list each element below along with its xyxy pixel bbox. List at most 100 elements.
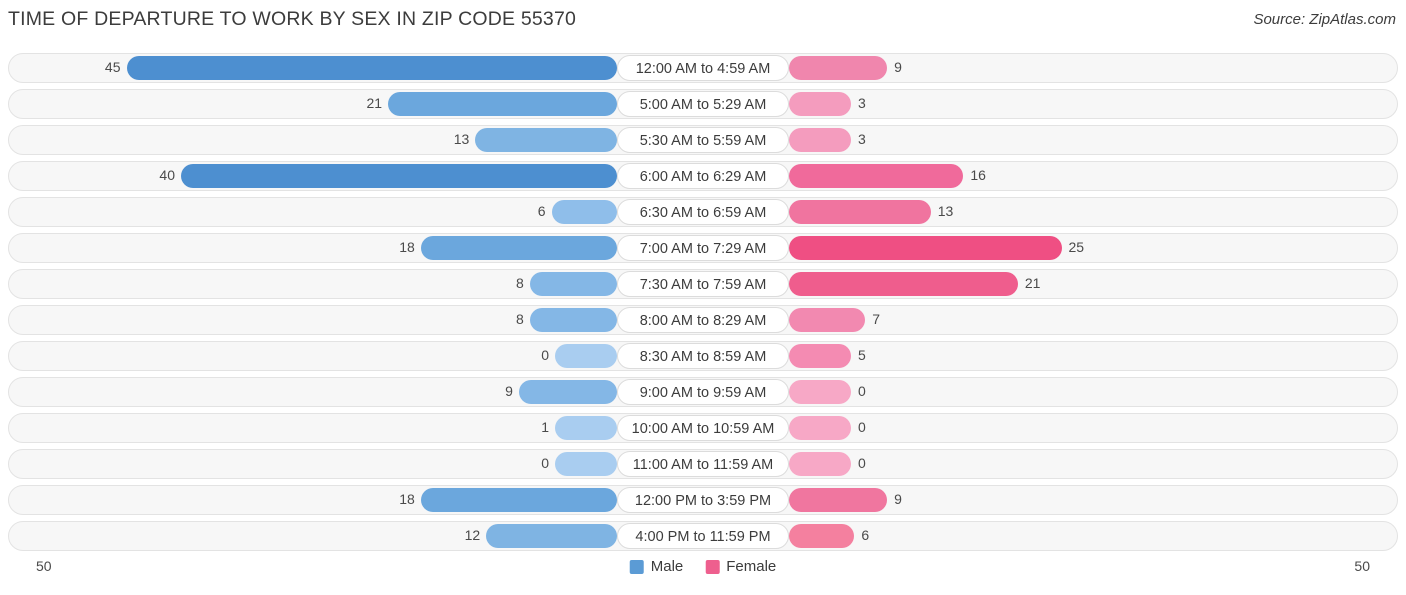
legend-swatch-male: [629, 559, 644, 574]
category-label: 7:30 AM to 7:59 AM: [617, 271, 789, 297]
value-label-male: 8: [516, 311, 524, 327]
chart-row: 18 25 7:00 AM to 7:29 AM: [8, 230, 1398, 266]
bar-female[interactable]: [789, 308, 866, 332]
value-label-male: 8: [516, 275, 524, 291]
value-label-male: 12: [464, 527, 481, 543]
bar-female[interactable]: [789, 56, 888, 80]
legend-swatch-female: [705, 559, 720, 574]
bar-female[interactable]: [789, 344, 851, 368]
row-bars: 12 6 4:00 PM to 11:59 PM: [8, 518, 1398, 554]
source-attribution: Source: ZipAtlas.com: [1253, 11, 1396, 28]
row-bars: 45 9 12:00 AM to 4:59 AM: [8, 50, 1398, 86]
legend-label-male: Male: [650, 558, 684, 575]
row-bars: 21 3 5:00 AM to 5:29 AM: [8, 86, 1398, 122]
chart-row: 9 0 9:00 AM to 9:59 AM: [8, 374, 1398, 410]
bar-male[interactable]: [475, 128, 617, 152]
legend-item-female[interactable]: Female: [705, 558, 776, 575]
category-label: 4:00 PM to 11:59 PM: [617, 523, 789, 549]
page-title: TIME OF DEPARTURE TO WORK BY SEX IN ZIP …: [8, 8, 577, 30]
value-label-female: 0: [858, 455, 866, 471]
category-label: 8:30 AM to 8:59 AM: [617, 343, 789, 369]
value-label-female: 9: [894, 491, 902, 507]
value-label-female: 25: [1068, 239, 1085, 255]
category-label: 12:00 AM to 4:59 AM: [617, 55, 789, 81]
category-label: 5:00 AM to 5:29 AM: [617, 91, 789, 117]
chart-row: 18 9 12:00 PM to 3:59 PM: [8, 482, 1398, 518]
legend-item-male[interactable]: Male: [629, 558, 684, 575]
value-label-male: 21: [366, 95, 383, 111]
bar-female[interactable]: [789, 272, 1018, 296]
bar-male[interactable]: [388, 92, 617, 116]
value-label-female: 3: [858, 131, 866, 147]
row-bars: 18 9 12:00 PM to 3:59 PM: [8, 482, 1398, 518]
bar-female[interactable]: [789, 452, 851, 476]
chart-row: 0 5 8:30 AM to 8:59 AM: [8, 338, 1398, 374]
row-bars: 9 0 9:00 AM to 9:59 AM: [8, 374, 1398, 410]
value-label-male: 0: [541, 347, 549, 363]
row-bars: 0 5 8:30 AM to 8:59 AM: [8, 338, 1398, 374]
bar-female[interactable]: [789, 164, 964, 188]
chart-row: 40 16 6:00 AM to 6:29 AM: [8, 158, 1398, 194]
bar-male[interactable]: [518, 380, 617, 404]
axis-right-max: 50: [1354, 558, 1370, 574]
row-bars: 8 21 7:30 AM to 7:59 AM: [8, 266, 1398, 302]
value-label-female: 7: [872, 311, 881, 327]
bar-male[interactable]: [420, 488, 617, 512]
category-label: 5:30 AM to 5:59 AM: [617, 127, 789, 153]
chart-row: 1 0 10:00 AM to 10:59 AM: [8, 410, 1398, 446]
bar-male[interactable]: [529, 272, 617, 296]
bar-male[interactable]: [126, 56, 617, 80]
diverging-bar-chart: 45 9 12:00 AM to 4:59 AM 21 3 5:00 AM to 5:29…: [8, 50, 1398, 551]
bar-female[interactable]: [789, 416, 851, 440]
value-label-female: 5: [858, 347, 866, 363]
chart-row: 6 13 6:30 AM to 6:59 AM: [8, 194, 1398, 230]
bar-male[interactable]: [555, 416, 617, 440]
category-label: 7:00 AM to 7:29 AM: [617, 235, 789, 261]
chart-row: 13 3 5:30 AM to 5:59 AM: [8, 122, 1398, 158]
chart-page: TIME OF DEPARTURE TO WORK BY SEX IN ZIP …: [0, 0, 1406, 595]
value-label-male: 0: [541, 455, 549, 471]
value-label-male: 6: [537, 203, 546, 219]
chart-legend: Male Female: [629, 558, 776, 575]
bar-male[interactable]: [555, 452, 617, 476]
value-label-male: 13: [453, 131, 470, 147]
value-label-male: 1: [541, 419, 549, 435]
value-label-male: 40: [159, 167, 175, 183]
value-label-female: 13: [937, 203, 954, 219]
value-label-male: 18: [399, 239, 415, 255]
category-label: 6:30 AM to 6:59 AM: [617, 199, 789, 225]
bar-male[interactable]: [486, 524, 617, 548]
chart-row: 8 21 7:30 AM to 7:59 AM: [8, 266, 1398, 302]
chart-row: 21 3 5:00 AM to 5:29 AM: [8, 86, 1398, 122]
chart-row: 8 7 8:00 AM to 8:29 AM: [8, 302, 1398, 338]
value-label-male: 45: [104, 59, 121, 75]
bar-male[interactable]: [551, 200, 617, 224]
row-bars: 13 3 5:30 AM to 5:59 AM: [8, 122, 1398, 158]
row-bars: 8 7 8:00 AM to 8:29 AM: [8, 302, 1398, 338]
value-label-female: 6: [861, 527, 870, 543]
bar-female[interactable]: [789, 488, 888, 512]
row-bars: 6 13 6:30 AM to 6:59 AM: [8, 194, 1398, 230]
legend-label-female: Female: [726, 558, 777, 575]
bar-male[interactable]: [529, 308, 617, 332]
value-label-female: 3: [858, 95, 866, 111]
value-label-female: 21: [1024, 275, 1041, 291]
bar-female[interactable]: [789, 92, 851, 116]
chart-row: 45 9 12:00 AM to 4:59 AM: [8, 50, 1398, 86]
axis-left-max: 50: [36, 558, 52, 574]
chart-row: 12 6 4:00 PM to 11:59 PM: [8, 518, 1398, 554]
value-label-female: 16: [970, 167, 986, 183]
value-label-female: 9: [894, 59, 902, 75]
bar-male[interactable]: [181, 164, 617, 188]
row-bars: 0 0 11:00 AM to 11:59 AM: [8, 446, 1398, 482]
bar-female[interactable]: [789, 128, 851, 152]
bar-male[interactable]: [420, 236, 617, 260]
bar-female[interactable]: [789, 200, 931, 224]
bar-male[interactable]: [555, 344, 617, 368]
row-bars: 40 16 6:00 AM to 6:29 AM: [8, 158, 1398, 194]
value-label-female: 0: [858, 419, 866, 435]
bar-female[interactable]: [789, 380, 851, 404]
bar-female[interactable]: [789, 236, 1062, 260]
bar-female[interactable]: [789, 524, 855, 548]
value-label-male: 18: [399, 491, 415, 507]
